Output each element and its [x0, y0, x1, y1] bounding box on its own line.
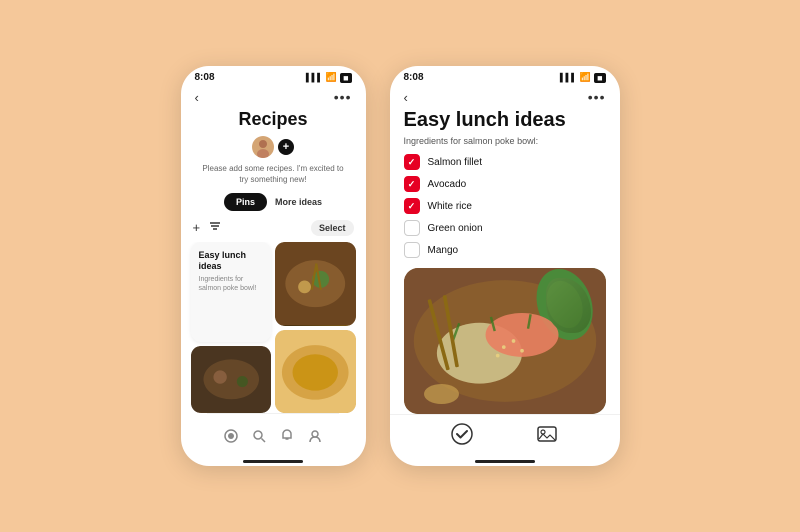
back-button-right[interactable]: ‹ [404, 90, 408, 105]
pins-grid: Easy lunch ideas Ingredients for salmon … [181, 242, 366, 413]
signal-icon-left: ▌▌▌ [306, 73, 323, 82]
nav-search[interactable] [245, 422, 273, 450]
check-mark-avocado: ✓ [408, 179, 416, 190]
avatar [252, 136, 274, 158]
select-button[interactable]: Select [311, 220, 354, 236]
image-action-button[interactable] [536, 423, 558, 450]
checkbox-salmon[interactable]: ✓ [404, 154, 420, 170]
status-icons-left: ▌▌▌ 📶 ■ [306, 72, 352, 83]
status-bar-right: 8:08 ▌▌▌ 📶 ■ [390, 66, 620, 85]
battery-icon-left: ■ [340, 73, 351, 83]
right-main-content: Easy lunch ideas Ingredients for salmon … [390, 109, 620, 414]
right-phone: 8:08 ▌▌▌ 📶 ■ ‹ ••• Easy lunch ideas Ingr… [390, 66, 620, 466]
toolbar-row: + Select [181, 219, 366, 236]
check-item-white-rice: ✓ White rice [404, 198, 606, 214]
check-item-green-onion: Green onion [404, 220, 606, 236]
check-mark-salmon: ✓ [408, 157, 416, 168]
pin-image-soup[interactable] [275, 330, 356, 413]
tab-pins[interactable]: Pins [224, 193, 267, 211]
tab-row: Pins More ideas [224, 193, 322, 211]
avatar-row: + [252, 136, 294, 158]
time-left: 8:08 [195, 72, 215, 83]
status-bar-left: 8:08 ▌▌▌ 📶 ■ [181, 66, 366, 85]
status-icons-right: ▌▌▌ 📶 ■ [560, 72, 606, 83]
pin-card-title: Easy lunch ideas [199, 250, 264, 272]
checkbox-white-rice[interactable]: ✓ [404, 198, 420, 214]
pin-image-bowl-top[interactable] [275, 242, 356, 325]
ingredients-label: Ingredients for salmon poke bowl: [404, 136, 606, 146]
page-title-left: Recipes [238, 109, 307, 130]
check-item-mango: Mango [404, 242, 606, 258]
check-label-avocado: Avocado [428, 179, 467, 190]
checkbox-mango[interactable] [404, 242, 420, 258]
check-item-avocado: ✓ Avocado [404, 176, 606, 192]
bottom-actions [390, 414, 620, 456]
nav-notifications[interactable] [273, 422, 301, 450]
left-main-content: Recipes + Please add some recipes. I'm e… [181, 109, 366, 456]
food-img-brown [275, 242, 356, 325]
add-pin-button[interactable]: + [193, 220, 201, 235]
check-label-mango: Mango [428, 245, 459, 256]
food-img-orange [275, 330, 356, 413]
wifi-icon-right: 📶 [580, 72, 591, 83]
pin-col-left: Easy lunch ideas Ingredients for salmon … [191, 242, 272, 413]
add-avatar-button[interactable]: + [278, 139, 294, 155]
check-item-salmon: ✓ Salmon fillet [404, 154, 606, 170]
wifi-icon-left: 📶 [326, 72, 337, 83]
pin-card-easy-lunch[interactable]: Easy lunch ideas Ingredients for salmon … [191, 242, 272, 342]
nav-profile[interactable] [301, 422, 329, 450]
pin-image-fish[interactable] [191, 346, 272, 413]
back-button-left[interactable]: ‹ [195, 90, 199, 105]
signal-icon-right: ▌▌▌ [560, 73, 577, 82]
checklist: ✓ Salmon fillet ✓ Avocado ✓ White rice [404, 154, 606, 258]
checkbox-avocado[interactable]: ✓ [404, 176, 420, 192]
checkbox-green-onion[interactable] [404, 220, 420, 236]
more-button-right[interactable]: ••• [588, 89, 606, 105]
bowl-food-image [404, 268, 606, 414]
subtitle-text: Please add some recipes. I'm excited to … [181, 163, 366, 185]
toolbar-left: + [193, 219, 223, 236]
time-right: 8:08 [404, 72, 424, 83]
more-button-left[interactable]: ••• [334, 89, 352, 105]
avatar-image [252, 136, 274, 158]
left-phone: 8:08 ▌▌▌ 📶 ■ ‹ ••• Recipes + Please add … [181, 66, 366, 466]
check-action-button[interactable] [451, 423, 473, 450]
nav-home[interactable] [217, 422, 245, 450]
home-indicator-right [475, 460, 535, 463]
food-img-dark [191, 346, 272, 413]
bottom-nav [207, 413, 339, 456]
check-label-salmon: Salmon fillet [428, 157, 482, 168]
check-mark-white-rice: ✓ [408, 201, 416, 212]
home-indicator-left [243, 460, 303, 463]
pin-card-subtitle: Ingredients for salmon poke bowl! [199, 275, 264, 293]
check-label-white-rice: White rice [428, 201, 472, 212]
filter-button[interactable] [208, 219, 222, 236]
check-label-green-onion: Green onion [428, 223, 483, 234]
battery-icon-right: ■ [594, 73, 605, 83]
detail-title: Easy lunch ideas [404, 109, 606, 132]
nav-bar-right: ‹ ••• [390, 85, 620, 109]
nav-bar-left: ‹ ••• [181, 85, 366, 109]
pin-col-right [275, 242, 356, 413]
tab-more-ideas[interactable]: More ideas [275, 197, 322, 207]
